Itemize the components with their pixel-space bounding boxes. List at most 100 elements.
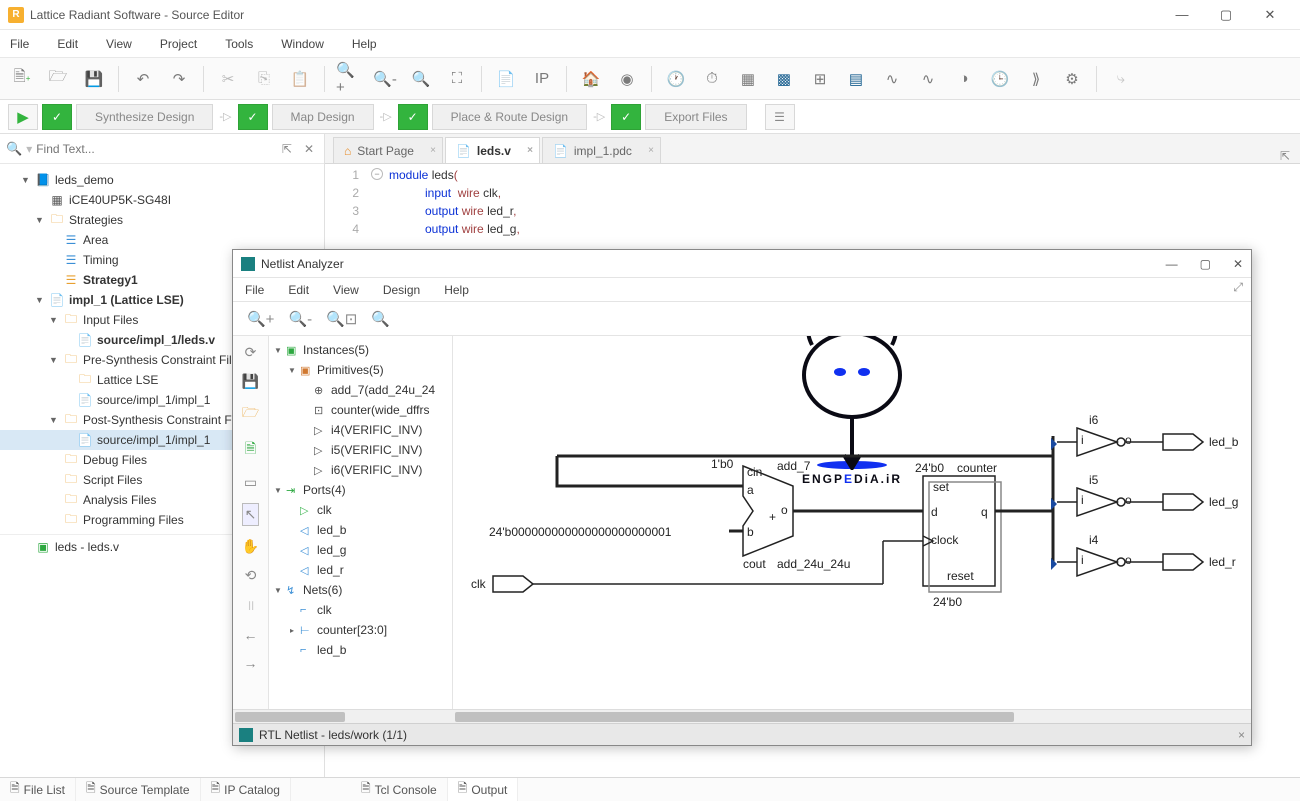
minimize-button[interactable]: — — [1166, 257, 1178, 271]
settings-icon[interactable]: ⚙ — [1058, 65, 1086, 93]
maximize-button[interactable]: ▢ — [1204, 0, 1248, 30]
status-close-icon[interactable]: × — [1238, 728, 1245, 742]
constraints-icon[interactable]: 📄 — [492, 65, 520, 93]
tree-i6[interactable]: ▷i6(VERIFIC_INV) — [271, 460, 450, 480]
tree-strategies[interactable]: ▼🗀Strategies — [0, 210, 324, 230]
nl-menu-help[interactable]: Help — [444, 283, 469, 297]
clock-icon[interactable]: 🕒 — [986, 65, 1014, 93]
rotate-icon[interactable]: ⟲ — [245, 567, 257, 584]
canvas-scrollbar[interactable] — [453, 709, 1251, 723]
add-icon[interactable]: 🗎 — [245, 438, 256, 462]
menu-file[interactable]: File — [10, 37, 29, 51]
search-input[interactable] — [36, 142, 274, 156]
open-folder-icon[interactable]: 🗁 — [44, 65, 72, 93]
nl-menu-file[interactable]: File — [245, 283, 264, 297]
back-icon[interactable]: ← — [244, 627, 258, 643]
open-icon[interactable]: 🗁 — [242, 402, 259, 426]
menu-project[interactable]: Project — [160, 37, 197, 51]
popout-editor-icon[interactable]: ⇱ — [1280, 149, 1290, 163]
tree-root[interactable]: ▼📘leds_demo — [0, 170, 324, 190]
nl-menu-edit[interactable]: Edit — [288, 283, 309, 297]
undo-icon[interactable]: ↶ — [129, 65, 157, 93]
footer-file-list[interactable]: 🗎File List — [0, 778, 76, 801]
tree-area[interactable]: ☰Area — [0, 230, 324, 250]
zoom-out-icon[interactable]: 🔍- — [371, 65, 399, 93]
reveal-icon[interactable]: ◉ — [613, 65, 641, 93]
tree-nets[interactable]: ▼↯Nets(6) — [271, 580, 450, 600]
tree-port-ledb[interactable]: ◁led_b — [271, 520, 450, 540]
pointer-tool-icon[interactable]: ↖ — [242, 503, 260, 526]
tree-scrollbar[interactable] — [233, 709, 453, 723]
pan-tool-icon[interactable]: ✋ — [242, 538, 259, 555]
close-button[interactable]: ✕ — [1248, 0, 1292, 30]
footer-ip-catalog[interactable]: 🗎IP Catalog — [201, 778, 291, 801]
close-icon[interactable]: × — [527, 145, 533, 156]
timing-analyzer-icon[interactable]: 🕐 — [662, 65, 690, 93]
footer-source-template[interactable]: 🗎Source Template — [76, 778, 201, 801]
zoom-area-icon[interactable]: ⛶ — [443, 65, 471, 93]
home-icon[interactable]: 🏠 — [577, 65, 605, 93]
nl-menu-design[interactable]: Design — [383, 283, 420, 297]
close-icon[interactable]: × — [430, 145, 436, 156]
tree-net-ledb[interactable]: ⌐led_b — [271, 640, 450, 660]
zoom-fit-icon[interactable]: 🔍 — [407, 65, 435, 93]
tree-port-clk[interactable]: ▷clk — [271, 500, 450, 520]
hierarchy-icon[interactable]: ॥ — [246, 596, 254, 615]
menu-help[interactable]: Help — [352, 37, 377, 51]
physical-view-icon[interactable]: ▩ — [770, 65, 798, 93]
tree-i5[interactable]: ▷i5(VERIFIC_INV) — [271, 440, 450, 460]
expand-icon[interactable]: ⤢ — [1233, 280, 1243, 295]
zoom-in-icon[interactable]: 🔍+ — [247, 310, 274, 328]
task-detail-button[interactable]: ☰ — [765, 104, 795, 130]
floorplan-icon[interactable]: ▦ — [734, 65, 762, 93]
close-icon[interactable]: × — [648, 145, 654, 156]
close-pane-icon[interactable]: ✕ — [300, 142, 318, 156]
save-icon[interactable]: 💾 — [80, 65, 108, 93]
programmer-icon[interactable]: ◑ — [950, 65, 978, 93]
tree-port-ledg[interactable]: ◁led_g — [271, 540, 450, 560]
tree-net-clk[interactable]: ⌐clk — [271, 600, 450, 620]
tree-ports[interactable]: ▼⇥Ports(4) — [271, 480, 450, 500]
zoom-reset-icon[interactable]: 🔍 — [371, 310, 390, 328]
tree-instances[interactable]: ▼▣Instances(5) — [271, 340, 450, 360]
ip-icon[interactable]: IP — [528, 65, 556, 93]
maximize-button[interactable]: ▢ — [1200, 257, 1211, 271]
menu-edit[interactable]: Edit — [57, 37, 78, 51]
tab-impl-pdc[interactable]: 📄impl_1.pdc× — [542, 137, 661, 163]
reports-icon[interactable]: ⟫ — [1022, 65, 1050, 93]
dropdown-icon[interactable]: ▾ — [26, 142, 32, 156]
schematic-canvas[interactable]: ENGPEDiA.iR + cin a b o cout add_7 add_2… — [453, 336, 1251, 709]
package-view-icon[interactable]: ⊞ — [806, 65, 834, 93]
footer-output[interactable]: 🗎Output — [448, 778, 519, 801]
tree-device[interactable]: ▦iCE40UP5K-SG48I — [0, 190, 324, 210]
tree-net-counter[interactable]: ▸⊢counter[23:0] — [271, 620, 450, 640]
save-icon[interactable]: 💾 — [242, 373, 259, 390]
forward-icon[interactable]: → — [244, 655, 258, 671]
tree-port-ledr[interactable]: ◁led_r — [271, 560, 450, 580]
power-icon[interactable]: ⏱ — [698, 65, 726, 93]
waveform-icon[interactable]: ∿ — [914, 65, 942, 93]
simulation-icon[interactable]: ∿ — [878, 65, 906, 93]
paste-icon[interactable]: 📋 — [286, 65, 314, 93]
map-stage[interactable]: Map Design — [272, 104, 374, 130]
tree-add7[interactable]: ⊕add_7(add_24u_24 — [271, 380, 450, 400]
new-file-icon[interactable]: 🗎+ — [8, 65, 36, 93]
tree-counter[interactable]: ⊡counter(wide_dffrs — [271, 400, 450, 420]
zoom-fit-icon[interactable]: 🔍⊡ — [326, 310, 357, 328]
synthesize-stage[interactable]: Synthesize Design — [76, 104, 213, 130]
zoom-out-icon[interactable]: 🔍- — [288, 310, 312, 328]
netlist-titlebar[interactable]: Netlist Analyzer — ▢ ✕ — [233, 250, 1251, 278]
redo-icon[interactable]: ↷ — [165, 65, 193, 93]
nl-menu-view[interactable]: View — [333, 283, 359, 297]
refresh-icon[interactable]: ⟳ — [245, 344, 257, 361]
tab-leds-v[interactable]: 📄leds.v× — [445, 137, 540, 163]
export-stage[interactable]: Export Files — [645, 104, 746, 130]
run-all-button[interactable]: ▶ — [8, 104, 38, 130]
menu-window[interactable]: Window — [281, 37, 324, 51]
tree-primitives[interactable]: ▼▣Primitives(5) — [271, 360, 450, 380]
netlist-view-icon[interactable]: ▤ — [842, 65, 870, 93]
place-route-stage[interactable]: Place & Route Design — [432, 104, 587, 130]
tab-start-page[interactable]: ⌂Start Page× — [333, 137, 443, 163]
close-button[interactable]: ✕ — [1233, 257, 1243, 271]
menu-view[interactable]: View — [106, 37, 132, 51]
